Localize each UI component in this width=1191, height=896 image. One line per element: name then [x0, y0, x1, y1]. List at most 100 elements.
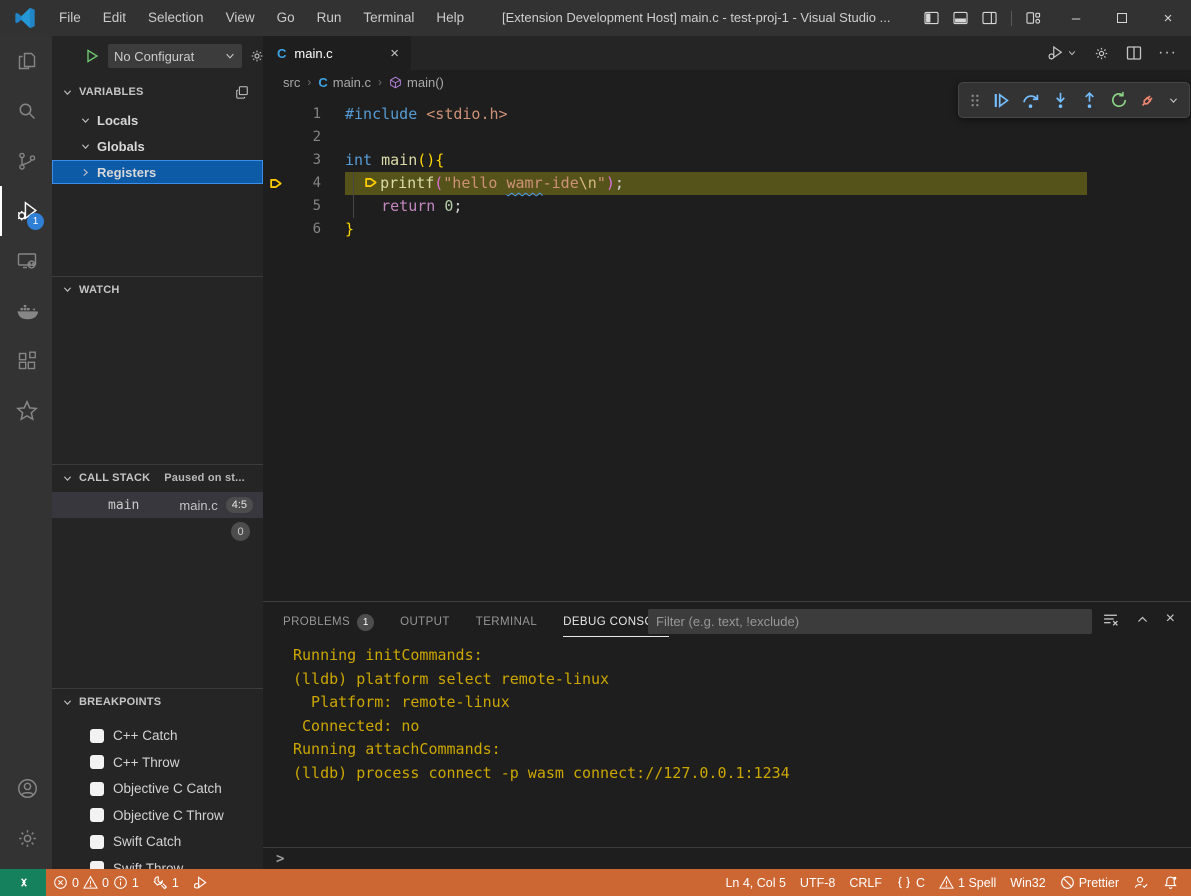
checkbox[interactable] [90, 835, 104, 849]
variable-scope-globals[interactable]: Globals [52, 134, 263, 158]
activity-settings[interactable] [0, 813, 52, 863]
call-stack-section-header[interactable]: CALL STACK Paused on st... [52, 464, 263, 491]
gutter-glyph-margin[interactable] [263, 126, 301, 149]
status-ports[interactable]: 1 [146, 869, 186, 896]
console-filter-input[interactable] [648, 609, 1092, 634]
menu-go[interactable]: Go [266, 0, 306, 36]
chevron-down-icon[interactable] [1168, 95, 1179, 106]
menu-view[interactable]: View [215, 0, 266, 36]
more-actions-icon[interactable]: ··· [1158, 44, 1177, 62]
status-cursor-position[interactable]: Ln 4, Col 5 [718, 869, 792, 896]
status-text: 1 Spell [958, 876, 996, 890]
remote-indicator[interactable] [0, 869, 46, 896]
panel-tab-terminal[interactable]: TERMINAL [476, 607, 537, 637]
account-icon [15, 776, 40, 801]
close-panel-icon[interactable]: × [1166, 610, 1175, 628]
minimize-button[interactable]: – [1053, 0, 1099, 36]
customize-layout-icon[interactable] [1026, 11, 1041, 25]
open-launch-json-gear-icon[interactable] [249, 48, 263, 64]
breakpoint-c-catch[interactable]: C++ Catch [52, 723, 263, 748]
checkbox[interactable] [90, 782, 104, 796]
breakpoint-label: C++ Catch [113, 728, 178, 743]
menu-selection[interactable]: Selection [137, 0, 215, 36]
gutter-glyph-margin[interactable] [263, 218, 301, 241]
menu-help[interactable]: Help [425, 0, 475, 36]
run-or-debug-button[interactable] [1047, 44, 1077, 62]
breakpoint-objective-c-catch[interactable]: Objective C Catch [52, 776, 263, 801]
menu-terminal[interactable]: Terminal [352, 0, 425, 36]
panel-tab-output[interactable]: OUTPUT [400, 607, 450, 637]
variable-scope-registers[interactable]: Registers [52, 160, 263, 184]
breakpoint-objective-c-throw[interactable]: Objective C Throw [52, 803, 263, 828]
stack-frame-row[interactable]: main main.c 4:5 [52, 492, 263, 518]
status-platform[interactable]: Win32 [1003, 869, 1052, 896]
code-editor[interactable]: 1#include <stdio.h>23int main(){4 printf… [263, 103, 1191, 601]
status-encoding[interactable]: UTF-8 [793, 869, 842, 896]
status-problems[interactable]: 001 [46, 869, 146, 896]
step-into-icon[interactable] [1051, 91, 1070, 110]
checkbox[interactable] [90, 755, 104, 769]
maximize-panel-icon[interactable] [1136, 613, 1149, 626]
menu-edit[interactable]: Edit [92, 0, 137, 36]
activity-search[interactable] [0, 86, 52, 136]
activity-remote-explorer[interactable] [0, 236, 52, 286]
gutter-glyph-margin[interactable] [263, 149, 301, 172]
status-notifications[interactable] [1156, 869, 1185, 896]
menu-run[interactable]: Run [306, 0, 353, 36]
activity-run-debug[interactable]: 1 [0, 186, 52, 236]
debug-icon [193, 875, 208, 890]
close-tab-icon[interactable]: × [388, 45, 401, 62]
toggle-sidebar-icon[interactable] [924, 11, 939, 25]
status-language-mode[interactable]: C [889, 869, 932, 896]
split-editor-icon[interactable] [1126, 45, 1142, 61]
checkbox[interactable] [90, 808, 104, 822]
toggle-panel-icon[interactable] [953, 11, 968, 25]
status-eol[interactable]: CRLF [842, 869, 889, 896]
status-spell-checker[interactable]: 1 Spell [932, 869, 1003, 896]
settings-gear-icon[interactable] [1093, 45, 1110, 62]
step-over-icon[interactable] [1021, 91, 1040, 110]
checkbox[interactable] [90, 861, 104, 869]
close-button[interactable]: × [1145, 0, 1191, 36]
gutter-glyph-margin[interactable] [263, 195, 301, 218]
clear-console-icon[interactable] [1102, 611, 1119, 628]
breadcrumb-main[interactable]: main() [389, 75, 444, 90]
maximize-button[interactable] [1099, 0, 1145, 36]
breadcrumb-src[interactable]: src [283, 75, 300, 90]
disconnect-icon[interactable] [1138, 91, 1157, 110]
copy-value-icon[interactable] [235, 85, 249, 99]
checkbox[interactable] [90, 729, 104, 743]
activity-docker[interactable] [0, 286, 52, 336]
toolbar-grip[interactable] [969, 93, 981, 108]
breakpoints-section-header[interactable]: BREAKPOINTS [52, 688, 263, 715]
breakpoint-swift-catch[interactable]: Swift Catch [52, 829, 263, 854]
watch-section-header[interactable]: WATCH [52, 276, 263, 302]
gutter-glyph-margin[interactable] [263, 103, 301, 126]
status-prettier[interactable]: Prettier [1053, 869, 1126, 896]
toggle-secondary-sidebar-icon[interactable] [982, 11, 997, 25]
activity-extensions[interactable] [0, 336, 52, 386]
activity-source-control[interactable] [0, 136, 52, 186]
activity-account[interactable] [0, 763, 52, 813]
status-debug-start[interactable] [186, 869, 215, 896]
editor[interactable]: C main.c × ··· src›Cmain.c›main [263, 36, 1191, 601]
step-out-icon[interactable] [1080, 91, 1099, 110]
tab-main-c[interactable]: C main.c × [263, 36, 411, 70]
restart-icon[interactable] [1110, 91, 1128, 109]
debug-config-dropdown[interactable]: No Configurat [108, 44, 242, 68]
continue-icon[interactable] [992, 91, 1011, 110]
activity-explorer[interactable] [0, 36, 52, 86]
panel-tab-problems[interactable]: PROBLEMS1 [283, 607, 374, 637]
status-feedback[interactable] [1126, 869, 1156, 896]
activity-wamr-ide[interactable] [0, 386, 52, 436]
gutter-glyph-margin[interactable] [263, 172, 301, 195]
start-debug-icon[interactable] [84, 48, 100, 64]
variable-scope-locals[interactable]: Locals [52, 108, 263, 132]
breadcrumb-label: main.c [333, 75, 371, 90]
breakpoint-swift-throw[interactable]: Swift Throw [52, 856, 263, 870]
menu-file[interactable]: File [48, 0, 92, 36]
breakpoint-c-throw[interactable]: C++ Throw [52, 750, 263, 775]
debug-console-input[interactable]: > [263, 847, 1191, 869]
breadcrumb-main-c[interactable]: Cmain.c [318, 75, 371, 90]
variables-section-header[interactable]: VARIABLES [52, 80, 263, 104]
